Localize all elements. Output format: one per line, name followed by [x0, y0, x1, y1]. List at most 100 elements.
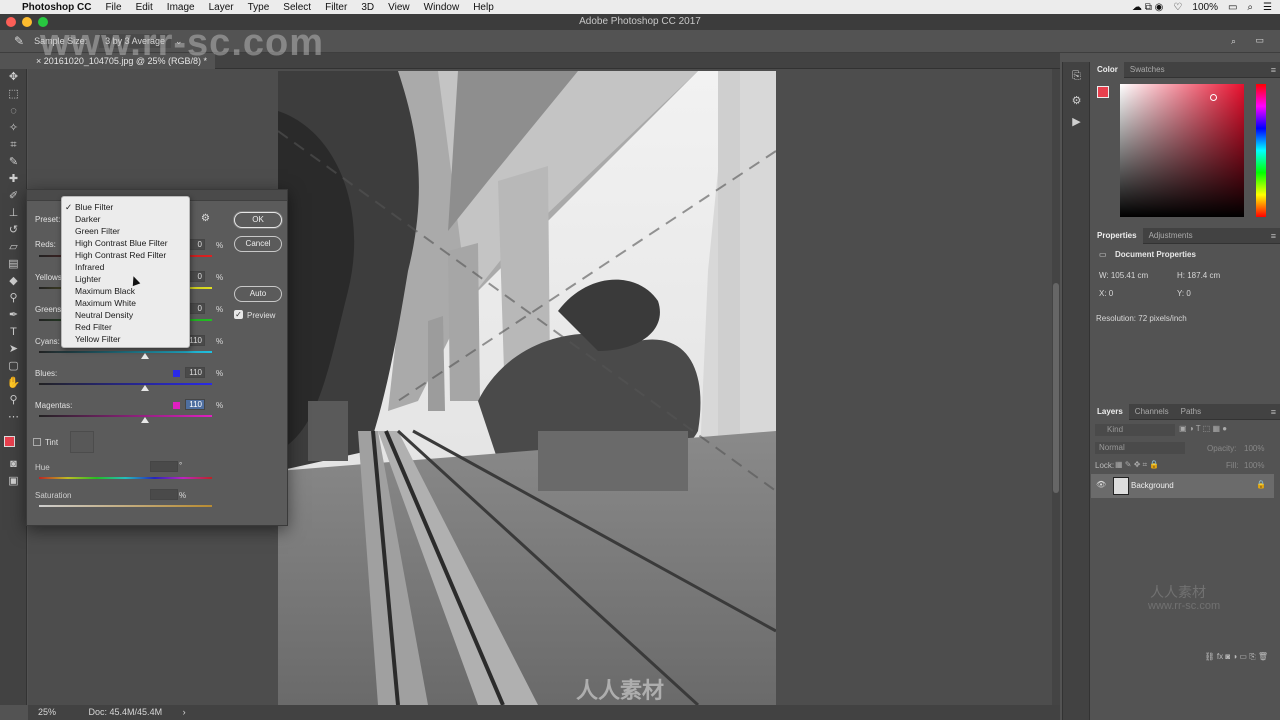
preset-option-blue-filter[interactable]: ✓ Blue Filter: [62, 201, 189, 213]
wifi-icon[interactable]: ♡: [1173, 2, 1182, 13]
scrollbar-thumb[interactable]: [1053, 283, 1059, 493]
tab-adjustments[interactable]: Adjustments: [1143, 228, 1199, 244]
tab-channels[interactable]: Channels: [1129, 404, 1175, 420]
menu-window[interactable]: Window: [424, 2, 460, 13]
panel-menu-icon[interactable]: ≡: [1271, 228, 1276, 244]
eyedropper-icon[interactable]: ✎: [14, 34, 24, 48]
healing-tool-icon[interactable]: ✚: [0, 171, 27, 188]
menu-filter[interactable]: Filter: [325, 2, 347, 13]
tint-color-swatch[interactable]: [70, 431, 94, 453]
quick-mask-icon[interactable]: ◙: [0, 456, 27, 473]
tab-paths[interactable]: Paths: [1175, 404, 1207, 420]
zoom-level[interactable]: 25%: [38, 707, 56, 717]
preset-option-maximum-white[interactable]: Maximum White: [62, 297, 189, 309]
brush-tool-icon[interactable]: ✐: [0, 188, 27, 205]
dodge-tool-icon[interactable]: ⚲: [0, 290, 27, 307]
search-icon[interactable]: ⌕: [1247, 2, 1253, 13]
blues-input[interactable]: 110: [185, 367, 205, 378]
chevron-right-icon[interactable]: ›: [183, 707, 186, 717]
height-value[interactable]: H: 187.4 cm: [1177, 271, 1220, 280]
eye-icon[interactable]: 👁: [1096, 480, 1106, 489]
document-image[interactable]: [278, 71, 776, 705]
magentas-slider-thumb[interactable]: [141, 417, 149, 423]
foreground-color-swatch[interactable]: [4, 436, 15, 447]
layer-filter-icons[interactable]: ▣ ◑ T ⬚ ▦ ●: [1179, 424, 1227, 433]
preset-option-lighter[interactable]: Lighter: [62, 273, 189, 285]
menu-image[interactable]: Image: [167, 2, 195, 13]
menu-layer[interactable]: Layer: [209, 2, 234, 13]
pen-tool-icon[interactable]: ✒: [0, 307, 27, 324]
preview-checkbox[interactable]: ✓: [234, 310, 243, 319]
y-value[interactable]: Y: 0: [1177, 289, 1191, 298]
magic-wand-tool-icon[interactable]: ✧: [0, 120, 27, 137]
tab-layers[interactable]: Layers: [1091, 403, 1129, 420]
blur-tool-icon[interactable]: ◆: [0, 273, 27, 290]
preset-option-green-filter[interactable]: Green Filter: [62, 225, 189, 237]
workspace-icon[interactable]: ▭: [1255, 35, 1264, 46]
menu-3d[interactable]: 3D: [361, 2, 374, 13]
cyans-slider-thumb[interactable]: [141, 353, 149, 359]
preset-option-red-filter[interactable]: Red Filter: [62, 321, 189, 333]
eraser-tool-icon[interactable]: ▱: [0, 239, 27, 256]
history-brush-tool-icon[interactable]: ↺: [0, 222, 27, 239]
x-value[interactable]: X: 0: [1099, 289, 1113, 298]
color-picker-marker[interactable]: [1210, 94, 1217, 101]
stamp-tool-icon[interactable]: ⊥: [0, 205, 27, 222]
cyans-slider[interactable]: [39, 351, 212, 353]
tab-color[interactable]: Color: [1091, 61, 1124, 78]
preset-option-infrared[interactable]: Infrared: [62, 261, 189, 273]
notification-icon[interactable]: ☰: [1263, 2, 1272, 13]
lock-icons[interactable]: ▦ ✎ ✥ ⌗ 🔒: [1115, 460, 1159, 470]
search-icon[interactable]: ⌕: [1231, 36, 1236, 47]
width-value[interactable]: W: 105.41 cm: [1099, 271, 1148, 280]
tab-swatches[interactable]: Swatches: [1124, 62, 1171, 78]
shape-tool-icon[interactable]: ▢: [0, 358, 27, 375]
app-menu[interactable]: Photoshop CC: [22, 2, 91, 13]
type-tool-icon[interactable]: T: [0, 324, 27, 341]
opacity-value[interactable]: 100%: [1244, 444, 1264, 453]
menu-file[interactable]: File: [105, 2, 121, 13]
layer-filter-select[interactable]: Kind: [1095, 424, 1175, 436]
preset-option-high-contrast-red[interactable]: High Contrast Red Filter: [62, 249, 189, 261]
blues-slider[interactable]: [39, 383, 212, 385]
tab-properties[interactable]: Properties: [1091, 227, 1143, 244]
close-window-button[interactable]: [6, 17, 16, 27]
more-tools-icon[interactable]: ⋯: [0, 409, 27, 426]
preset-option-high-contrast-blue[interactable]: High Contrast Blue Filter: [62, 237, 189, 249]
battery-indicator[interactable]: 100%: [1192, 2, 1218, 13]
menu-select[interactable]: Select: [283, 2, 311, 13]
menu-edit[interactable]: Edit: [136, 2, 153, 13]
gradient-tool-icon[interactable]: ▤: [0, 256, 27, 273]
color-field[interactable]: [1120, 84, 1244, 217]
lasso-tool-icon[interactable]: ◌: [0, 103, 27, 120]
preset-option-darker[interactable]: Darker: [62, 213, 189, 225]
zoom-tool-icon[interactable]: ⚲: [0, 392, 27, 409]
layer-name[interactable]: Background: [1131, 481, 1174, 490]
eyedropper-tool-icon[interactable]: ✎: [0, 154, 27, 171]
status-icons[interactable]: ☁ ⧉ ◉: [1132, 2, 1163, 13]
crop-tool-icon[interactable]: ⌗: [0, 137, 27, 154]
hue-slider[interactable]: [1256, 84, 1266, 217]
menu-help[interactable]: Help: [473, 2, 494, 13]
brush-panel-icon[interactable]: ⚙: [1063, 93, 1090, 110]
history-panel-icon[interactable]: ⎘: [1063, 68, 1090, 85]
saturation-slider[interactable]: [39, 505, 212, 507]
cancel-button[interactable]: Cancel: [234, 236, 282, 252]
play-action-icon[interactable]: ▶: [1063, 114, 1090, 131]
menu-view[interactable]: View: [388, 2, 410, 13]
menu-type[interactable]: Type: [248, 2, 270, 13]
blend-mode-select[interactable]: Normal: [1095, 442, 1185, 454]
magentas-slider[interactable]: [39, 415, 212, 417]
preset-option-maximum-black[interactable]: Maximum Black: [62, 285, 189, 297]
auto-button[interactable]: Auto: [234, 286, 282, 302]
panel-menu-icon[interactable]: ≡: [1271, 62, 1276, 78]
fill-value[interactable]: 100%: [1244, 461, 1264, 470]
minimize-window-button[interactable]: [22, 17, 32, 27]
layer-row[interactable]: 👁 Background 🔒: [1091, 474, 1274, 498]
panel-menu-icon[interactable]: ≡: [1271, 404, 1276, 420]
preset-option-yellow-filter[interactable]: Yellow Filter: [62, 333, 189, 345]
magentas-input[interactable]: 110: [185, 399, 205, 410]
vertical-scrollbar[interactable]: [1052, 69, 1060, 705]
saturation-input[interactable]: [150, 489, 178, 500]
preset-gear-icon[interactable]: ⚙: [201, 213, 210, 224]
